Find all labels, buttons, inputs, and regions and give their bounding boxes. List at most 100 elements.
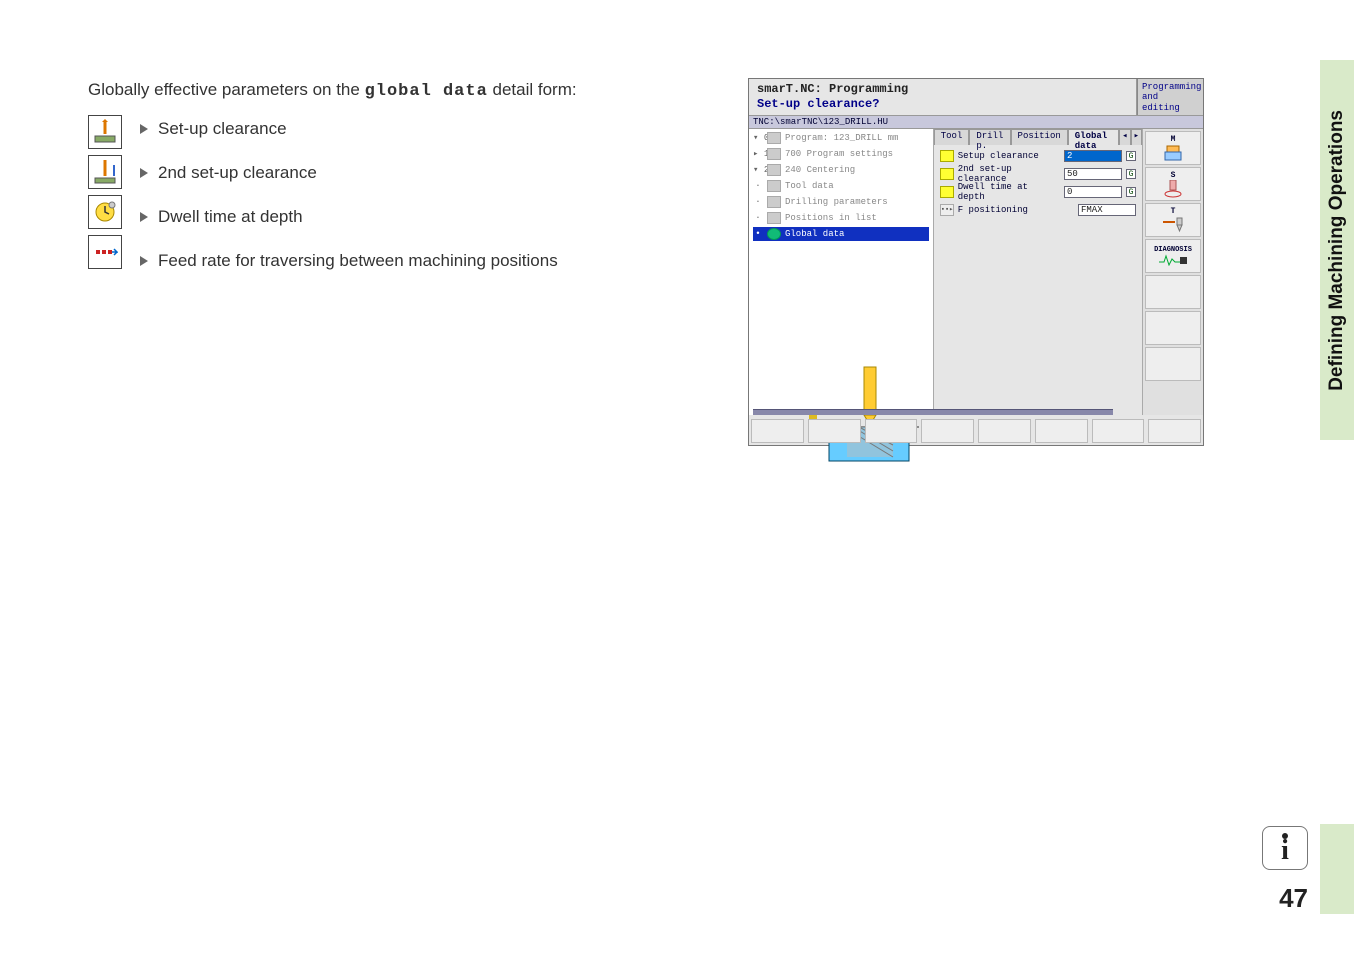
tree-row[interactable]: ▸ 1700 Program settings <box>753 147 929 161</box>
setup-clearance-icon <box>940 150 954 162</box>
bullet-text: Feed rate for traversing between machini… <box>158 251 558 271</box>
tab-tool[interactable]: Tool <box>934 129 970 145</box>
feed-rate-positioning-icon <box>88 235 122 269</box>
f-positioning-input[interactable]: FMAX <box>1078 204 1136 216</box>
spindle-icon <box>1161 180 1185 198</box>
side-btn-label: M <box>1171 135 1176 144</box>
field-label: Setup clearance <box>958 151 1060 161</box>
field-label: 2nd set-up clearance <box>958 164 1060 184</box>
tree-label: 240 Centering <box>785 165 855 175</box>
tree-row[interactable]: ·Positions in list <box>753 211 929 225</box>
tree-row[interactable]: ▾ 2240 Centering <box>753 163 929 177</box>
cnc-side-toolbar: M S T DIAGNOSIS <box>1142 129 1203 415</box>
dwell-time-input[interactable]: 0 <box>1064 186 1122 198</box>
tab-global-data[interactable]: Global data <box>1068 129 1119 145</box>
tab-scroll-right-icon[interactable]: ▸ <box>1131 129 1142 145</box>
field-label: Dwell time at depth <box>958 182 1060 202</box>
softkey[interactable] <box>978 419 1031 443</box>
info-badge: i <box>1262 826 1308 870</box>
cnc-path-bar: TNC:\smarTNC\123_DRILL.HU <box>749 115 1203 129</box>
drill-params-icon <box>767 196 781 208</box>
tree-label: Drilling parameters <box>785 197 888 207</box>
list-item: 2nd set-up clearance <box>140 163 558 183</box>
chapter-side-tab: Defining Machining Operations <box>1320 60 1354 440</box>
detail-form: Tool Drill p. Position Global data ◂ ▸ S… <box>934 129 1142 415</box>
triangle-bullet-icon <box>140 168 148 178</box>
intro-suffix: detail form: <box>488 80 577 99</box>
tab-drill-p[interactable]: Drill p. <box>969 129 1010 145</box>
m-function-icon <box>1161 144 1185 162</box>
settings-icon <box>767 148 781 160</box>
list-item: Set-up clearance <box>140 119 558 139</box>
page-number: 47 <box>1279 883 1308 914</box>
program-icon <box>767 132 781 144</box>
side-blank-button[interactable] <box>1145 275 1201 309</box>
triangle-bullet-icon <box>140 256 148 266</box>
side-t-button[interactable]: T <box>1145 203 1201 237</box>
side-btn-label: DIAGNOSIS <box>1154 246 1192 254</box>
softkey[interactable] <box>865 419 918 443</box>
cnc-screenshot: smarT.NC: Programming Set-up clearance? … <box>748 78 1204 446</box>
second-setup-clearance-icon <box>88 155 122 189</box>
triangle-bullet-icon <box>140 124 148 134</box>
parameter-list: Set-up clearance 2nd set-up clearance Dw… <box>140 119 558 271</box>
tree-row-global-data[interactable]: •Global data <box>753 227 929 241</box>
dwell-time-icon <box>88 195 122 229</box>
intro-code: global data <box>365 82 488 101</box>
tree-label: Program: 123_DRILL mm <box>785 133 898 143</box>
side-m-button[interactable]: M <box>1145 131 1201 165</box>
tree-label: Tool data <box>785 181 834 191</box>
softkey[interactable] <box>1092 419 1145 443</box>
side-blank-button[interactable] <box>1145 311 1201 345</box>
triangle-bullet-icon <box>140 212 148 222</box>
info-glyph: i <box>1281 835 1289 867</box>
centering-icon <box>767 164 781 176</box>
cnc-title-line2: Set-up clearance? <box>757 97 1128 111</box>
tab-position[interactable]: Position <box>1011 129 1068 145</box>
side-btn-label: T <box>1171 207 1176 216</box>
tree-label: 700 Program settings <box>785 149 893 159</box>
softkey[interactable] <box>808 419 861 443</box>
field-label: F positioning <box>958 205 1074 215</box>
global-checkbox[interactable]: G <box>1126 151 1136 161</box>
tree-row[interactable]: ▾ 0Program: 123_DRILL mm <box>753 131 929 145</box>
global-checkbox[interactable]: G <box>1126 169 1136 179</box>
second-setup-clearance-icon <box>940 168 954 180</box>
global-checkbox[interactable]: G <box>1126 187 1136 197</box>
side-s-button[interactable]: S <box>1145 167 1201 201</box>
cnc-title-line1: smarT.NC: Programming <box>757 82 1128 96</box>
tree-row[interactable]: ·Drilling parameters <box>753 195 929 209</box>
form-row: ▪▪▸ F positioning FMAX <box>940 203 1136 217</box>
program-tree[interactable]: ▾ 0Program: 123_DRILL mm ▸ 1700 Program … <box>749 129 934 415</box>
form-row: Dwell time at depth 0 G <box>940 185 1136 199</box>
softkey[interactable] <box>751 419 804 443</box>
softkey-row <box>749 417 1203 445</box>
tab-scroll-left-icon[interactable]: ◂ <box>1119 129 1130 145</box>
side-btn-label: S <box>1171 171 1176 180</box>
side-blank-button[interactable] <box>1145 347 1201 381</box>
second-setup-clearance-input[interactable]: 50 <box>1064 168 1122 180</box>
softkey[interactable] <box>1148 419 1201 443</box>
form-row: 2nd set-up clearance 50 G <box>940 167 1136 181</box>
tool-side-icon <box>1161 216 1185 234</box>
info-dot-icon <box>1282 833 1288 839</box>
diagnosis-icon <box>1158 254 1188 266</box>
softkey-scrollbar[interactable] <box>753 409 1113 415</box>
positions-icon <box>767 212 781 224</box>
tree-row[interactable]: ·Tool data <box>753 179 929 193</box>
mode-line2: and editing <box>1142 92 1199 113</box>
setup-clearance-icon <box>88 115 122 149</box>
softkey[interactable] <box>1035 419 1088 443</box>
mode-line1: Programming <box>1142 82 1199 92</box>
side-diagnosis-button[interactable]: DIAGNOSIS <box>1145 239 1201 273</box>
side-accent-band <box>1320 824 1354 914</box>
setup-clearance-input[interactable]: 2 <box>1064 150 1122 162</box>
cnc-mode-indicator[interactable]: Programming and editing <box>1137 79 1203 115</box>
chapter-title: Defining Machining Operations <box>1326 110 1348 391</box>
bullet-text: 2nd set-up clearance <box>158 163 317 183</box>
softkey[interactable] <box>921 419 974 443</box>
tree-label: Positions in list <box>785 213 877 223</box>
bullet-text: Dwell time at depth <box>158 207 303 227</box>
tree-label: Global data <box>785 229 844 239</box>
list-item: Feed rate for traversing between machini… <box>140 251 558 271</box>
